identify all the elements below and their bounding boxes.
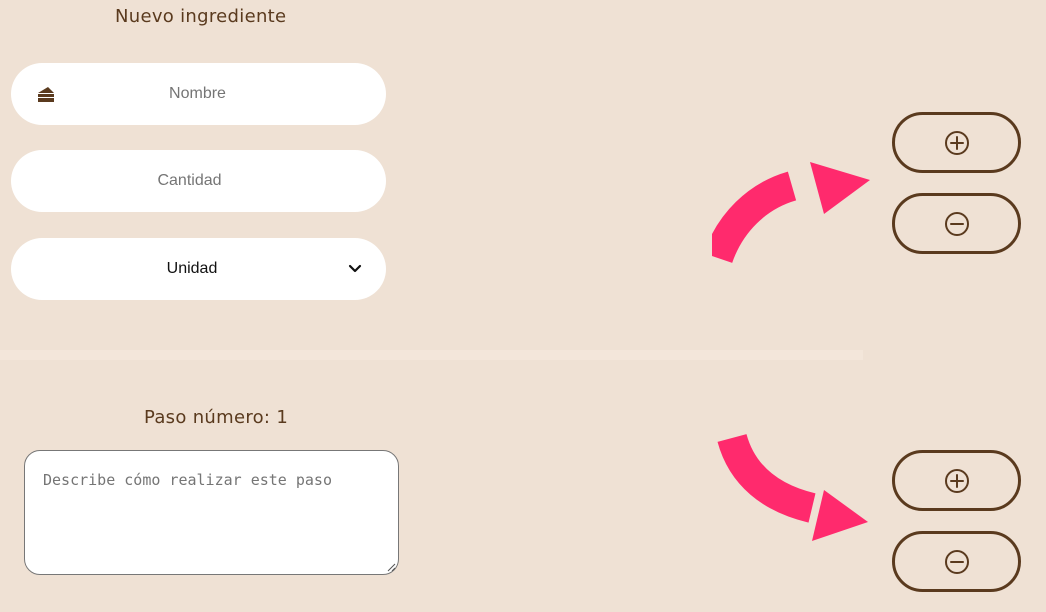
ingredient-unit-select[interactable]: Unidad xyxy=(11,238,386,300)
minus-circle-icon xyxy=(944,549,969,574)
curved-arrow-icon xyxy=(712,162,870,264)
recipe-form: Nuevo ingrediente Nombre Cantidad Unidad… xyxy=(0,0,1046,612)
ingredient-unit-value: Unidad xyxy=(166,260,218,277)
minus-circle-icon xyxy=(944,211,969,236)
ingredient-quantity-placeholder: Cantidad xyxy=(157,172,222,189)
ingredient-quantity-field[interactable]: Cantidad xyxy=(11,150,386,212)
cake-slice-icon xyxy=(38,87,54,102)
add-ingredient-button[interactable] xyxy=(892,112,1021,173)
plus-circle-icon xyxy=(944,130,969,155)
curved-arrow-icon xyxy=(717,433,868,541)
add-step-button[interactable] xyxy=(892,450,1021,511)
section-divider xyxy=(0,350,863,360)
step-section-title: Paso número: 1 xyxy=(144,407,289,428)
chevron-down-icon xyxy=(348,264,362,273)
resize-handle-icon[interactable] xyxy=(386,562,396,572)
plus-circle-icon xyxy=(944,468,969,493)
remove-ingredient-button[interactable] xyxy=(892,193,1021,254)
remove-step-button[interactable] xyxy=(892,531,1021,592)
step-description-textarea[interactable]: Describe cómo realizar este paso xyxy=(24,450,399,575)
step-description-placeholder: Describe cómo realizar este paso xyxy=(43,471,332,489)
ingredient-name-field[interactable]: Nombre xyxy=(11,63,386,125)
ingredient-name-placeholder: Nombre xyxy=(169,85,226,102)
ingredient-section-title: Nuevo ingrediente xyxy=(115,6,287,27)
